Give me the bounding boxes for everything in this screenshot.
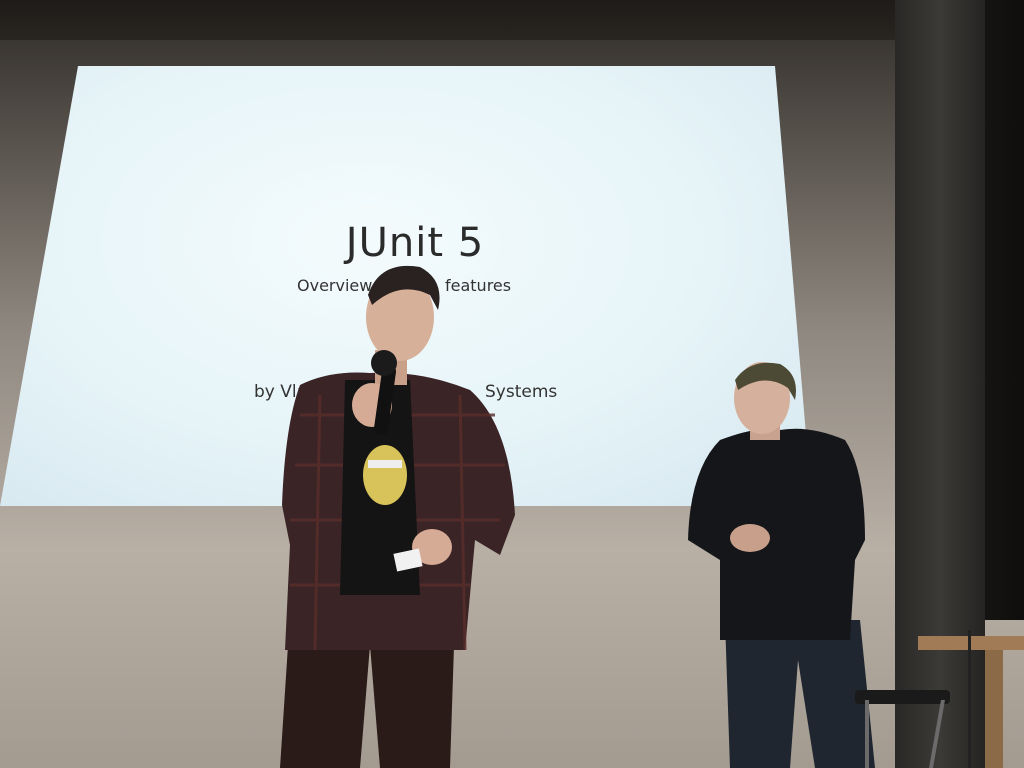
photo-scene: JUnit 5 Overview features by Vlad System… bbox=[0, 0, 1024, 768]
chair-seat bbox=[855, 690, 950, 704]
pillar bbox=[895, 0, 985, 768]
cable bbox=[968, 630, 971, 768]
second-person bbox=[688, 362, 875, 768]
chair-leg bbox=[865, 700, 869, 768]
side-table bbox=[918, 636, 1024, 650]
table-leg bbox=[985, 650, 1003, 768]
speaker-with-microphone bbox=[280, 265, 515, 768]
